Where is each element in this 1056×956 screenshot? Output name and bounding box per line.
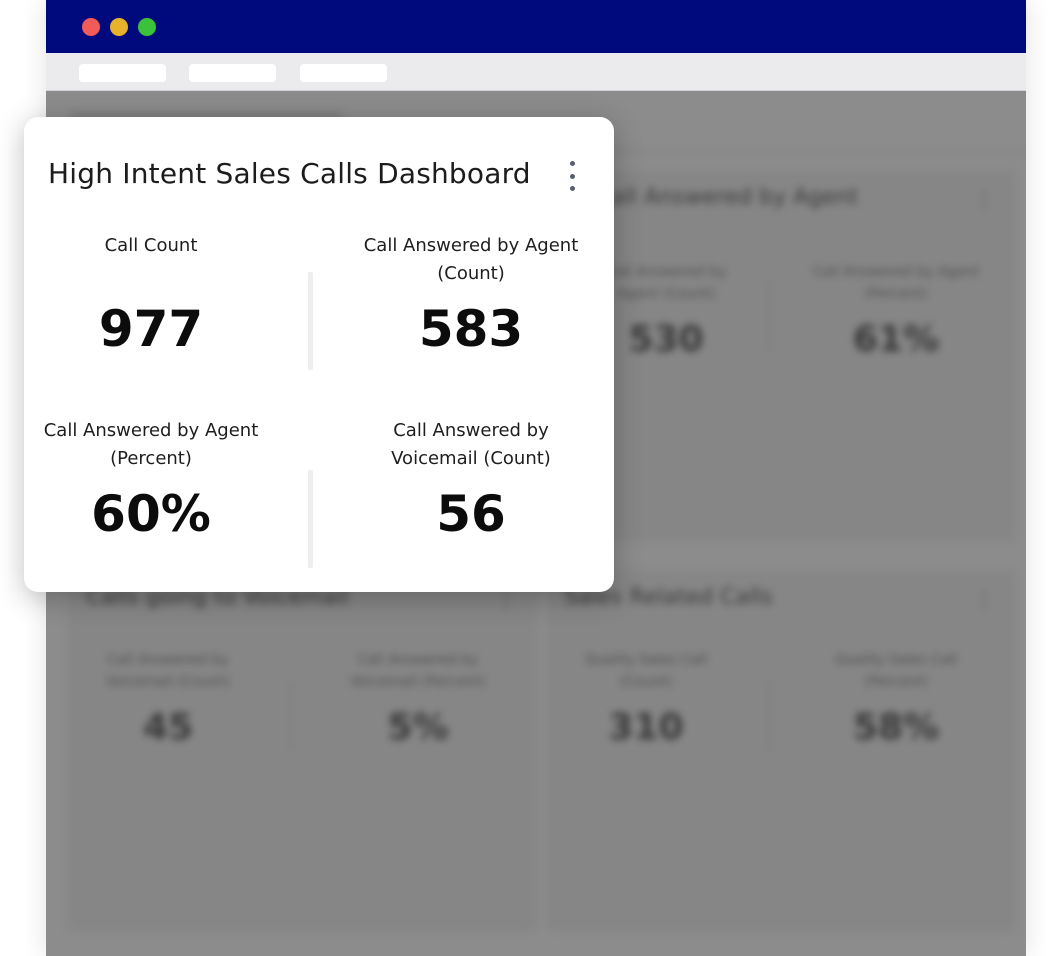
metric-value: 977 bbox=[98, 300, 204, 358]
background-metric-value: 45 bbox=[142, 707, 194, 748]
background-metric: Call Answered by Agent (Percent) 61% bbox=[796, 261, 996, 360]
background-metric: Call Answered by Voicemail (Percent) 5% bbox=[318, 649, 518, 748]
window-close-button[interactable] bbox=[82, 18, 100, 36]
background-metric-label: Call Answered by Voicemail (Percent) bbox=[350, 652, 486, 690]
metric-divider bbox=[308, 470, 313, 568]
background-metric-separator bbox=[768, 681, 770, 751]
background-card-menu-icon: ⋮ bbox=[974, 187, 994, 211]
background-metric-label: Quality Sales Call (Percent) bbox=[834, 652, 958, 690]
metric-value: 56 bbox=[436, 485, 506, 543]
background-metric-value: 310 bbox=[608, 707, 684, 748]
background-metric: Quality Sales Call (Count) 310 bbox=[546, 649, 746, 748]
metric-label: Call Answered by Agent (Count) bbox=[363, 235, 579, 284]
dashboard-card: High Intent Sales Calls Dashboard Call C… bbox=[24, 117, 614, 592]
metric-label: Call Count bbox=[104, 235, 198, 256]
tab-1[interactable] bbox=[79, 64, 166, 82]
background-card-title: Call Answered by Agent bbox=[596, 185, 859, 210]
background-metric-separator bbox=[290, 681, 292, 751]
background-metric-value: 5% bbox=[387, 707, 449, 748]
background-metric-label: Call Answered by Voicemail (Count) bbox=[105, 652, 231, 690]
metric-answered-by-agent-count: Call Answered by Agent (Count) 583 bbox=[336, 232, 606, 359]
window-titlebar bbox=[46, 0, 1026, 53]
window-minimize-button[interactable] bbox=[110, 18, 128, 36]
metric-call-count: Call Count 977 bbox=[16, 232, 286, 359]
kebab-dot bbox=[569, 173, 575, 179]
metric-answered-by-voicemail-count: Call Answered by Voicemail (Count) 56 bbox=[336, 417, 606, 544]
background-card-agent: Call Answered by Agent ⋮ Call Answered b… bbox=[546, 171, 1016, 541]
background-metric: Call Answered by Voicemail (Count) 45 bbox=[68, 649, 268, 748]
dashboard-title: High Intent Sales Calls Dashboard bbox=[48, 157, 531, 190]
tab-3[interactable] bbox=[300, 64, 387, 82]
window-maximize-button[interactable] bbox=[138, 18, 156, 36]
background-metric-value: 58% bbox=[852, 707, 940, 748]
background-card-menu-icon: ⋮ bbox=[974, 587, 994, 611]
metric-divider bbox=[308, 272, 313, 370]
background-metric: Quality Sales Call (Percent) 58% bbox=[796, 649, 996, 748]
background-metric-label: Call Answered by Agent (Percent) bbox=[812, 264, 980, 302]
metric-label: Call Answered by Agent (Percent) bbox=[43, 420, 259, 469]
tab-2[interactable] bbox=[189, 64, 276, 82]
background-metric-separator bbox=[768, 281, 770, 351]
background-metric-label: Quality Sales Call (Count) bbox=[584, 652, 708, 690]
metric-label: Call Answered by Voicemail (Count) bbox=[391, 420, 551, 469]
metric-answered-by-agent-percent: Call Answered by Agent (Percent) 60% bbox=[16, 417, 286, 544]
background-metric-value: 61% bbox=[852, 319, 940, 360]
background-card-voicemail: Calls going to Voicemail ⋮ Call Answered… bbox=[68, 571, 538, 931]
kebab-menu-icon[interactable] bbox=[564, 161, 580, 191]
metric-value: 60% bbox=[91, 485, 211, 543]
tab-bar bbox=[46, 53, 1026, 91]
background-card-sales: Sales Related Calls ⋮ Quality Sales Call… bbox=[546, 571, 1016, 931]
kebab-dot bbox=[569, 186, 575, 191]
kebab-dot bbox=[569, 161, 575, 166]
metric-value: 583 bbox=[418, 300, 524, 358]
